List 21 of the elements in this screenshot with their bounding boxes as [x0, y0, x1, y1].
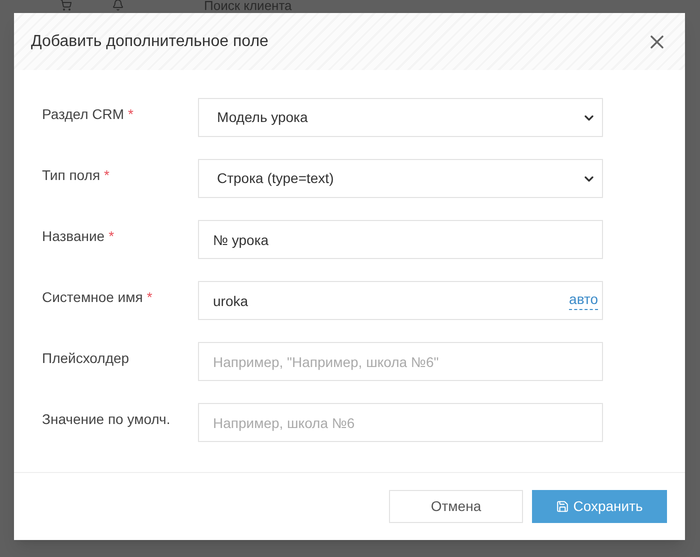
select-field[interactable]: Модель урока	[198, 98, 603, 137]
input-field[interactable]: № урока	[198, 220, 603, 259]
cart-icon[interactable]	[60, 0, 72, 11]
cancel-button[interactable]: Отмена	[389, 490, 523, 523]
save-icon	[556, 500, 570, 513]
input-field[interactable]: Например, "Например, школа №6"	[198, 342, 603, 381]
field-label: Тип поля	[42, 166, 100, 185]
required-mark: *	[128, 105, 134, 124]
auto-link[interactable]: авто	[569, 291, 598, 310]
required-mark: *	[146, 288, 152, 307]
field-label: Название	[42, 227, 105, 246]
dialog-title: Добавить дополнительное поле	[31, 32, 268, 52]
field-label: Значение по умолч.	[42, 410, 170, 429]
required-mark: *	[104, 166, 110, 185]
select-field[interactable]: Строка (type=text)	[198, 159, 603, 198]
field-label: Плейсхолдер	[42, 349, 130, 368]
field-label: Раздел CRM	[42, 105, 124, 124]
bell-icon[interactable]	[112, 0, 124, 11]
input-field[interactable]: Например, школа №6	[198, 403, 603, 442]
field-label: Системное имя	[42, 288, 143, 307]
required-mark: *	[108, 227, 114, 246]
